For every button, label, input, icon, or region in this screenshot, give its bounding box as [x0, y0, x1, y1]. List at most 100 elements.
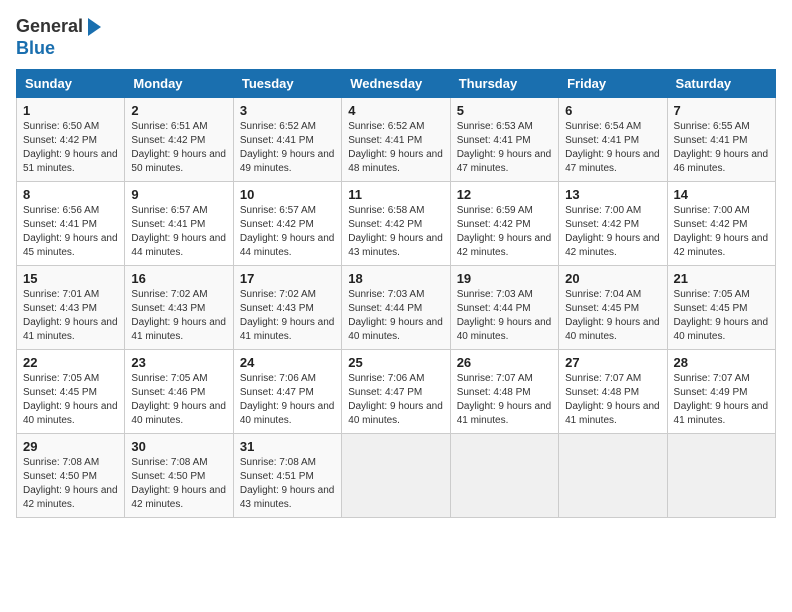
- daylight-label: Daylight: 9 hours and 40 minutes.: [565, 317, 660, 342]
- daylight-label: Daylight: 9 hours and 42 minutes.: [565, 233, 660, 258]
- day-info: Sunrise: 6:56 AM Sunset: 4:41 PM Dayligh…: [23, 204, 118, 260]
- sunrise-label: Sunrise: 6:52 AM: [348, 121, 424, 132]
- daylight-label: Daylight: 9 hours and 48 minutes.: [348, 149, 443, 174]
- sunrise-label: Sunrise: 7:04 AM: [565, 289, 641, 300]
- daylight-label: Daylight: 9 hours and 40 minutes.: [240, 401, 335, 426]
- calendar-day-cell: 25 Sunrise: 7:06 AM Sunset: 4:47 PM Dayl…: [342, 350, 450, 434]
- day-info: Sunrise: 7:00 AM Sunset: 4:42 PM Dayligh…: [565, 204, 660, 260]
- calendar-day-cell: 29 Sunrise: 7:08 AM Sunset: 4:50 PM Dayl…: [17, 434, 125, 518]
- sunset-label: Sunset: 4:49 PM: [674, 387, 748, 398]
- weekday-header-tuesday: Tuesday: [233, 70, 341, 98]
- sunset-label: Sunset: 4:41 PM: [131, 219, 205, 230]
- calendar-day-cell: [342, 434, 450, 518]
- sunrise-label: Sunrise: 7:01 AM: [23, 289, 99, 300]
- calendar-day-cell: [667, 434, 775, 518]
- sunset-label: Sunset: 4:45 PM: [23, 387, 97, 398]
- calendar-week-row: 1 Sunrise: 6:50 AM Sunset: 4:42 PM Dayli…: [17, 98, 776, 182]
- calendar-table: SundayMondayTuesdayWednesdayThursdayFrid…: [16, 69, 776, 518]
- day-info: Sunrise: 7:03 AM Sunset: 4:44 PM Dayligh…: [348, 288, 443, 344]
- daylight-label: Daylight: 9 hours and 49 minutes.: [240, 149, 335, 174]
- sunset-label: Sunset: 4:51 PM: [240, 471, 314, 482]
- day-number: 22: [23, 355, 118, 370]
- day-info: Sunrise: 6:51 AM Sunset: 4:42 PM Dayligh…: [131, 120, 226, 176]
- sunset-label: Sunset: 4:41 PM: [240, 135, 314, 146]
- daylight-label: Daylight: 9 hours and 51 minutes.: [23, 149, 118, 174]
- sunrise-label: Sunrise: 7:07 AM: [565, 373, 641, 384]
- day-number: 10: [240, 187, 335, 202]
- day-number: 27: [565, 355, 660, 370]
- calendar-day-cell: [450, 434, 558, 518]
- sunset-label: Sunset: 4:44 PM: [457, 303, 531, 314]
- day-info: Sunrise: 7:05 AM Sunset: 4:45 PM Dayligh…: [674, 288, 769, 344]
- sunrise-label: Sunrise: 6:56 AM: [23, 205, 99, 216]
- logo-general: General: [16, 16, 101, 38]
- sunrise-label: Sunrise: 6:57 AM: [131, 205, 207, 216]
- sunrise-label: Sunrise: 6:50 AM: [23, 121, 99, 132]
- day-number: 18: [348, 271, 443, 286]
- day-number: 4: [348, 103, 443, 118]
- sunset-label: Sunset: 4:45 PM: [565, 303, 639, 314]
- day-number: 2: [131, 103, 226, 118]
- day-info: Sunrise: 7:08 AM Sunset: 4:51 PM Dayligh…: [240, 456, 335, 512]
- daylight-label: Daylight: 9 hours and 40 minutes.: [674, 317, 769, 342]
- sunset-label: Sunset: 4:42 PM: [457, 219, 531, 230]
- day-info: Sunrise: 6:59 AM Sunset: 4:42 PM Dayligh…: [457, 204, 552, 260]
- day-number: 5: [457, 103, 552, 118]
- daylight-label: Daylight: 9 hours and 43 minutes.: [240, 485, 335, 510]
- sunrise-label: Sunrise: 6:59 AM: [457, 205, 533, 216]
- sunrise-label: Sunrise: 7:07 AM: [674, 373, 750, 384]
- calendar-day-cell: 24 Sunrise: 7:06 AM Sunset: 4:47 PM Dayl…: [233, 350, 341, 434]
- calendar-day-cell: 17 Sunrise: 7:02 AM Sunset: 4:43 PM Dayl…: [233, 266, 341, 350]
- calendar-day-cell: 1 Sunrise: 6:50 AM Sunset: 4:42 PM Dayli…: [17, 98, 125, 182]
- day-number: 28: [674, 355, 769, 370]
- sunrise-label: Sunrise: 7:06 AM: [240, 373, 316, 384]
- sunset-label: Sunset: 4:43 PM: [23, 303, 97, 314]
- calendar-day-cell: 26 Sunrise: 7:07 AM Sunset: 4:48 PM Dayl…: [450, 350, 558, 434]
- day-info: Sunrise: 7:01 AM Sunset: 4:43 PM Dayligh…: [23, 288, 118, 344]
- calendar-day-cell: 23 Sunrise: 7:05 AM Sunset: 4:46 PM Dayl…: [125, 350, 233, 434]
- sunset-label: Sunset: 4:42 PM: [674, 219, 748, 230]
- daylight-label: Daylight: 9 hours and 40 minutes.: [131, 401, 226, 426]
- daylight-label: Daylight: 9 hours and 41 minutes.: [240, 317, 335, 342]
- sunrise-label: Sunrise: 7:03 AM: [348, 289, 424, 300]
- daylight-label: Daylight: 9 hours and 47 minutes.: [565, 149, 660, 174]
- weekday-header-saturday: Saturday: [667, 70, 775, 98]
- calendar-week-row: 29 Sunrise: 7:08 AM Sunset: 4:50 PM Dayl…: [17, 434, 776, 518]
- day-number: 23: [131, 355, 226, 370]
- calendar-day-cell: 28 Sunrise: 7:07 AM Sunset: 4:49 PM Dayl…: [667, 350, 775, 434]
- calendar-day-cell: [559, 434, 667, 518]
- daylight-label: Daylight: 9 hours and 44 minutes.: [240, 233, 335, 258]
- calendar-day-cell: 10 Sunrise: 6:57 AM Sunset: 4:42 PM Dayl…: [233, 182, 341, 266]
- sunrise-label: Sunrise: 7:08 AM: [240, 457, 316, 468]
- sunset-label: Sunset: 4:42 PM: [565, 219, 639, 230]
- sunset-label: Sunset: 4:42 PM: [240, 219, 314, 230]
- sunset-label: Sunset: 4:50 PM: [131, 471, 205, 482]
- sunrise-label: Sunrise: 6:52 AM: [240, 121, 316, 132]
- calendar-day-cell: 4 Sunrise: 6:52 AM Sunset: 4:41 PM Dayli…: [342, 98, 450, 182]
- sunset-label: Sunset: 4:46 PM: [131, 387, 205, 398]
- sunset-label: Sunset: 4:41 PM: [674, 135, 748, 146]
- day-number: 29: [23, 439, 118, 454]
- daylight-label: Daylight: 9 hours and 42 minutes.: [131, 485, 226, 510]
- logo-arrow-icon: [88, 18, 101, 36]
- calendar-day-cell: 27 Sunrise: 7:07 AM Sunset: 4:48 PM Dayl…: [559, 350, 667, 434]
- day-number: 19: [457, 271, 552, 286]
- calendar-day-cell: 19 Sunrise: 7:03 AM Sunset: 4:44 PM Dayl…: [450, 266, 558, 350]
- daylight-label: Daylight: 9 hours and 40 minutes.: [457, 317, 552, 342]
- day-info: Sunrise: 7:07 AM Sunset: 4:48 PM Dayligh…: [457, 372, 552, 428]
- sunset-label: Sunset: 4:48 PM: [565, 387, 639, 398]
- day-number: 3: [240, 103, 335, 118]
- sunrise-label: Sunrise: 6:57 AM: [240, 205, 316, 216]
- sunset-label: Sunset: 4:45 PM: [674, 303, 748, 314]
- sunrise-label: Sunrise: 6:53 AM: [457, 121, 533, 132]
- logo-blue: Blue: [16, 38, 101, 60]
- day-number: 25: [348, 355, 443, 370]
- calendar-week-row: 15 Sunrise: 7:01 AM Sunset: 4:43 PM Dayl…: [17, 266, 776, 350]
- calendar-week-row: 22 Sunrise: 7:05 AM Sunset: 4:45 PM Dayl…: [17, 350, 776, 434]
- daylight-label: Daylight: 9 hours and 47 minutes.: [457, 149, 552, 174]
- day-info: Sunrise: 7:06 AM Sunset: 4:47 PM Dayligh…: [348, 372, 443, 428]
- weekday-header-thursday: Thursday: [450, 70, 558, 98]
- day-info: Sunrise: 7:03 AM Sunset: 4:44 PM Dayligh…: [457, 288, 552, 344]
- weekday-header-sunday: Sunday: [17, 70, 125, 98]
- daylight-label: Daylight: 9 hours and 40 minutes.: [348, 317, 443, 342]
